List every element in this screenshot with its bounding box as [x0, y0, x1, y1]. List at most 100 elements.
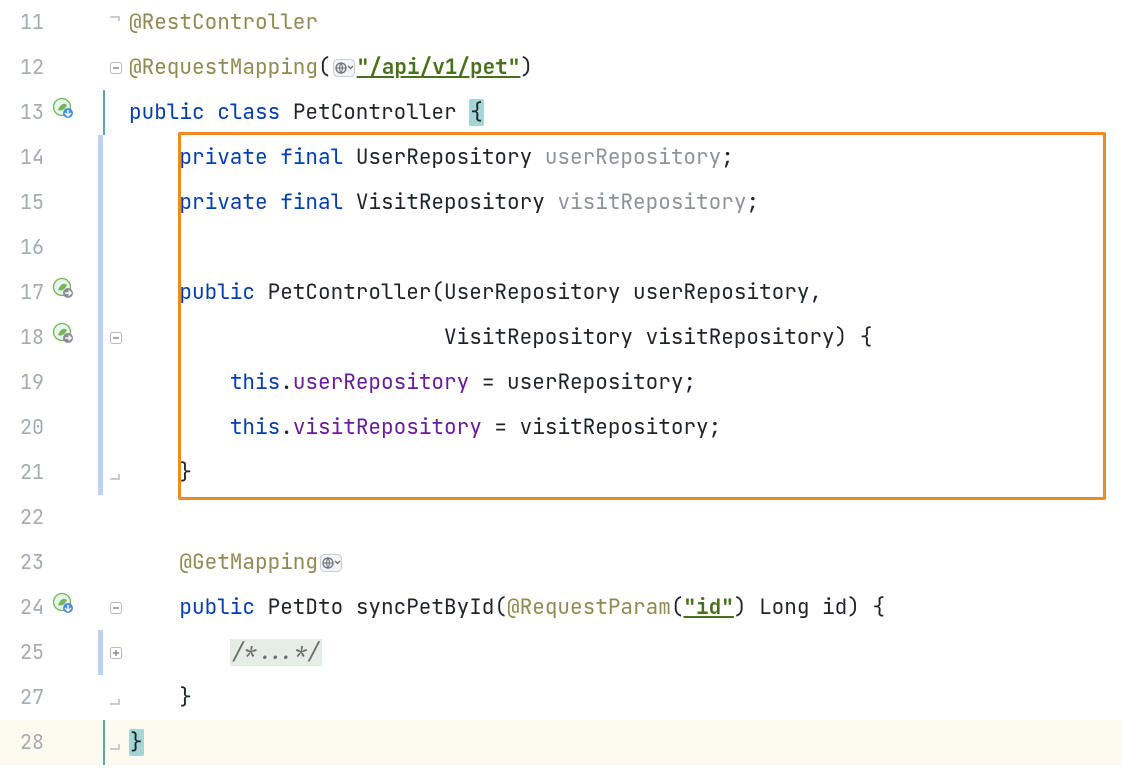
code-content[interactable]: @RestController [127, 0, 1122, 45]
annotation: @GetMapping [179, 549, 318, 576]
fold-minus-icon[interactable] [109, 61, 123, 75]
gutter: 20 [0, 405, 98, 450]
code-content[interactable]: private final UserRepository userReposit… [127, 135, 1122, 180]
brace-open: { [872, 594, 885, 621]
method-name: syncPetById [356, 594, 495, 621]
type-name: UserRepository [356, 144, 545, 171]
param-name: id [822, 594, 847, 621]
gutter: 16 [0, 225, 98, 270]
fold-column [105, 495, 127, 540]
type-name: Long [759, 594, 822, 621]
fold-plus-icon[interactable] [109, 646, 123, 660]
url-globe-icon[interactable] [320, 554, 342, 572]
code-line[interactable]: 13 public class PetController { [0, 90, 1122, 135]
code-content[interactable]: public PetDto syncPetById(@RequestParam(… [127, 585, 1122, 630]
line-number: 27 [0, 675, 48, 720]
type-name: VisitRepository [444, 324, 646, 351]
code-content[interactable]: this.userRepository = userRepository; [127, 360, 1122, 405]
fold-column [105, 720, 127, 765]
fold-column [105, 225, 127, 270]
fold-column [105, 405, 127, 450]
code-content[interactable]: /*...*/ [127, 630, 1122, 675]
param-name: userRepository [633, 279, 809, 306]
code-editor[interactable]: 11 @RestController 12 @RequestMapping( "/… [0, 0, 1122, 768]
line-number: 12 [0, 45, 48, 90]
field-ref: visitRepository [293, 414, 482, 441]
gutter-icon-slot[interactable] [48, 270, 78, 315]
fold-end-icon[interactable] [109, 736, 123, 750]
code-line[interactable]: 20 this.visitRepository = visitRepositor… [0, 405, 1122, 450]
gutter: 17 [0, 270, 98, 315]
code-content[interactable]: public class PetController { [127, 90, 1122, 135]
gutter: 23 [0, 540, 98, 585]
code-content[interactable]: } [127, 720, 1122, 765]
fold-end-icon[interactable] [109, 466, 123, 480]
code-content[interactable]: @GetMapping [127, 540, 1122, 585]
code-content[interactable] [127, 225, 1122, 270]
line-number: 23 [0, 540, 48, 585]
gutter-icon-slot[interactable] [48, 585, 78, 630]
line-number: 20 [0, 405, 48, 450]
fold-minus-icon[interactable] [109, 331, 123, 345]
fold-column [105, 135, 127, 180]
gutter: 19 [0, 360, 98, 405]
spring-bean-in-icon[interactable] [52, 90, 74, 135]
fold-column [105, 450, 127, 495]
spring-bean-out-icon[interactable] [52, 270, 74, 315]
annotation: @RequestMapping [129, 54, 318, 81]
code-line[interactable]: 12 @RequestMapping("/api/v1/pet") [0, 45, 1122, 90]
code-line[interactable]: 18 VisitRepository visitRepository) { [0, 315, 1122, 360]
code-line-current[interactable]: 28 } [0, 720, 1122, 765]
code-content[interactable]: public PetController(UserRepository user… [127, 270, 1122, 315]
code-line[interactable]: 17 public PetController(UserRepository u… [0, 270, 1122, 315]
code-content[interactable]: this.visitRepository = visitRepository; [127, 405, 1122, 450]
gutter: 24 [0, 585, 98, 630]
code-content[interactable]: } [127, 675, 1122, 720]
spring-bean-in-icon[interactable] [52, 585, 74, 630]
gutter: 13 [0, 90, 98, 135]
code-content[interactable]: } [127, 450, 1122, 495]
line-number: 28 [0, 720, 48, 765]
string-literal: "/api/v1/pet" [357, 54, 521, 81]
gutter: 25 [0, 630, 98, 675]
code-line[interactable]: 14 private final UserRepository userRepo… [0, 135, 1122, 180]
code-line[interactable]: 11 @RestController [0, 0, 1122, 45]
annotation: @RequestParam [507, 594, 671, 621]
keyword-public: public [179, 594, 267, 621]
code-line[interactable]: 21 } [0, 450, 1122, 495]
code-line[interactable]: 15 private final VisitRepository visitRe… [0, 180, 1122, 225]
fold-column [105, 315, 127, 360]
param-name: visitRepository [646, 324, 835, 351]
paren-open: ( [318, 54, 331, 81]
brace-open: { [469, 99, 484, 126]
line-number: 14 [0, 135, 48, 180]
fold-minus-icon[interactable] [109, 601, 123, 615]
code-line[interactable]: 24 public PetDto syncPetById(@RequestPar… [0, 585, 1122, 630]
fold-column [105, 90, 127, 135]
code-content[interactable]: private final VisitRepository visitRepos… [127, 180, 1122, 225]
code-content[interactable] [127, 495, 1122, 540]
code-line[interactable]: 19 this.userRepository = userRepository; [0, 360, 1122, 405]
fold-top-icon[interactable] [109, 16, 123, 30]
brace-close: } [179, 459, 192, 486]
line-number: 22 [0, 495, 48, 540]
url-globe-icon[interactable] [333, 59, 355, 77]
keyword-private: private [179, 189, 280, 216]
code-content[interactable]: VisitRepository visitRepository) { [127, 315, 1122, 360]
line-number: 18 [0, 315, 48, 360]
code-line[interactable]: 25 /*...*/ [0, 630, 1122, 675]
keyword-final: final [280, 144, 356, 171]
code-line[interactable]: 22 [0, 495, 1122, 540]
code-line[interactable]: 27 } [0, 675, 1122, 720]
code-line[interactable]: 16 [0, 225, 1122, 270]
spring-bean-out-icon[interactable] [52, 315, 74, 360]
fold-column [105, 540, 127, 585]
code-content[interactable]: @RequestMapping("/api/v1/pet") [127, 45, 1122, 90]
gutter-icon-slot[interactable] [48, 90, 78, 135]
folded-comment[interactable]: /*...*/ [230, 639, 322, 666]
code-line[interactable]: 23 @GetMapping [0, 540, 1122, 585]
fold-end-icon[interactable] [109, 691, 123, 705]
keyword-public: public [179, 279, 267, 306]
return-type: PetDto [268, 594, 356, 621]
gutter-icon-slot[interactable] [48, 315, 78, 360]
